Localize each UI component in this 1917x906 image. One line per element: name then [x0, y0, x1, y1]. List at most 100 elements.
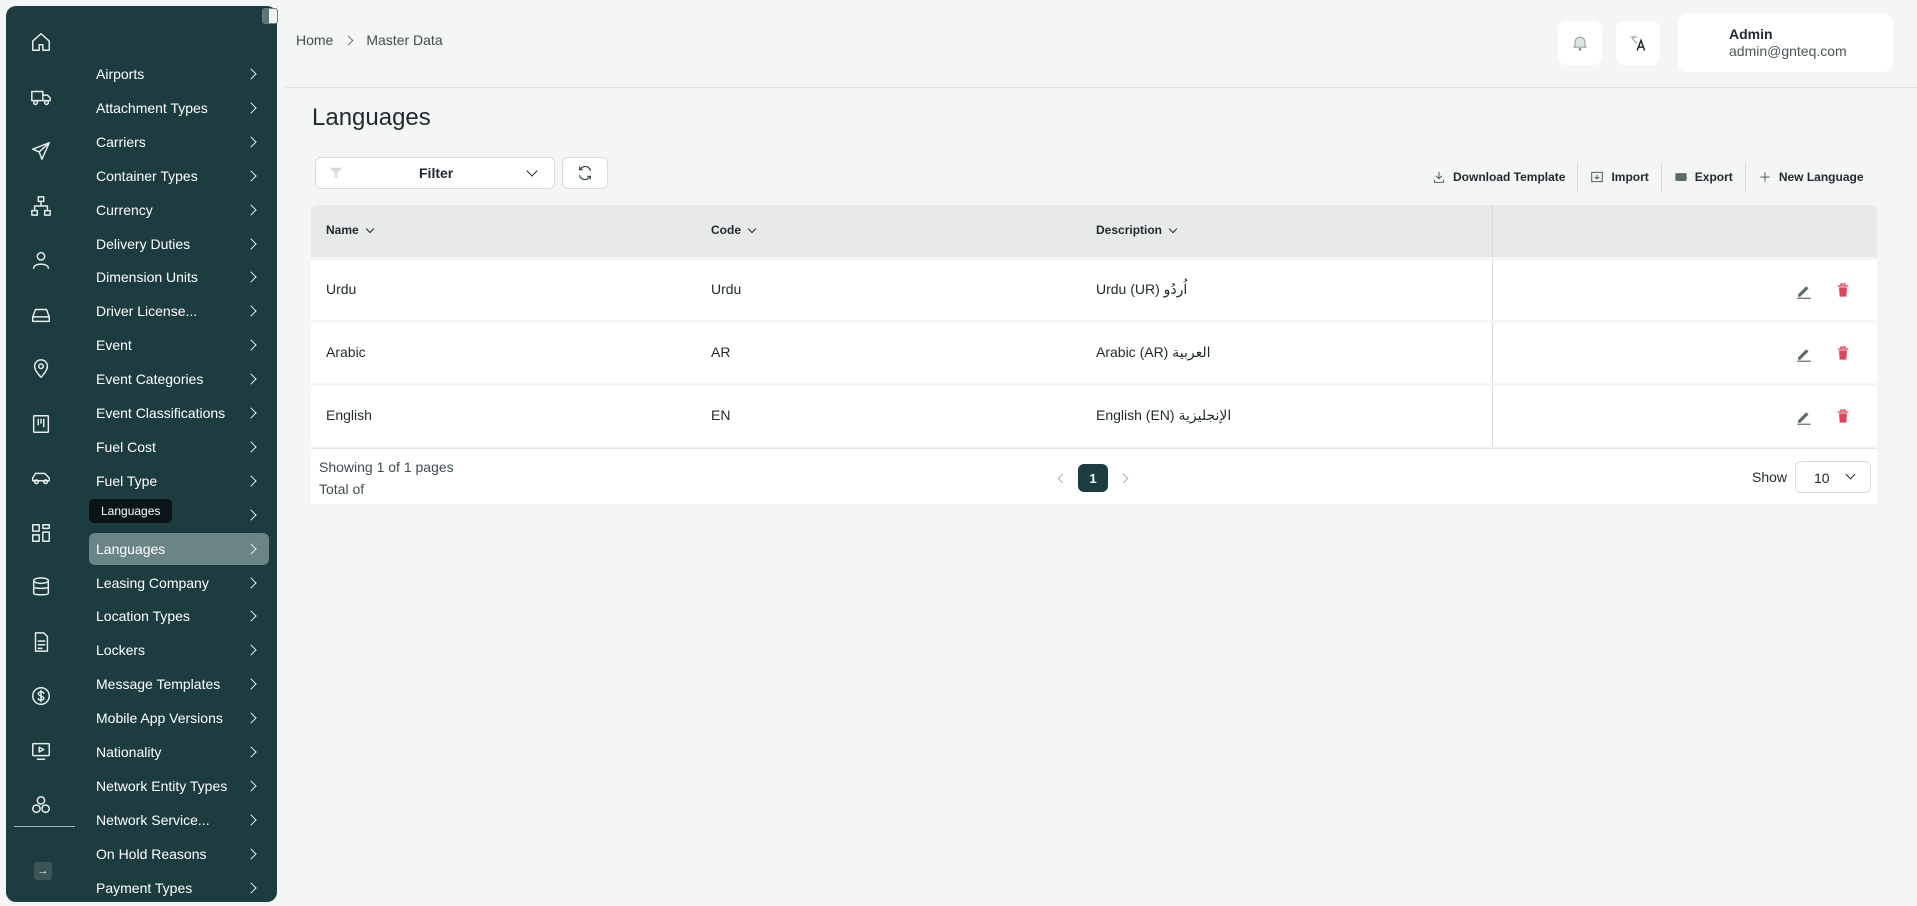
location-icon[interactable]	[26, 354, 56, 384]
delete-icon[interactable]	[1835, 407, 1851, 425]
car-icon[interactable]	[26, 463, 56, 493]
logout-icon[interactable]: →	[34, 862, 52, 880]
delete-icon[interactable]	[1835, 344, 1851, 362]
chevron-right-icon	[245, 237, 257, 250]
monitor-icon[interactable]	[26, 736, 56, 766]
board-icon[interactable]	[26, 409, 56, 439]
edit-icon[interactable]	[1795, 281, 1813, 299]
refresh-button[interactable]	[562, 157, 608, 189]
filter-dropdown[interactable]: Filter	[315, 157, 555, 189]
sidebar-item-label: Leasing Company	[96, 574, 209, 591]
sidebar-item-label: Location Types	[96, 608, 190, 625]
sidebar-item-label: Driver License...	[96, 303, 198, 320]
sidebar-item[interactable]: Currency	[89, 194, 269, 226]
table-row[interactable]: English EN English (EN) الإنجليزية	[311, 386, 1877, 446]
sidebar-item[interactable]: Nationality	[89, 736, 269, 768]
column-divider	[1492, 323, 1493, 383]
page-size-select[interactable]: 10	[1795, 461, 1871, 493]
sidebar-item[interactable]: Container Types	[89, 160, 269, 192]
refresh-icon	[579, 165, 591, 181]
language-button[interactable]	[1616, 21, 1660, 65]
dollar-icon[interactable]	[26, 681, 56, 711]
export-button[interactable]: Export	[1662, 166, 1745, 188]
database-icon[interactable]	[26, 572, 56, 602]
edit-icon[interactable]	[1795, 407, 1813, 425]
chevron-right-icon	[245, 746, 257, 758]
sidebar-item[interactable]: Attachment Types	[89, 92, 269, 124]
hierarchy-icon[interactable]	[26, 191, 56, 221]
table-row[interactable]: Arabic AR Arabic (AR) العربية	[311, 323, 1877, 383]
chevron-right-icon	[245, 373, 257, 385]
delete-icon[interactable]	[1835, 281, 1851, 299]
sidebar-item[interactable]: Event Categories	[89, 363, 269, 395]
breadcrumb-home[interactable]: Home	[296, 32, 333, 48]
network-icon[interactable]	[26, 790, 56, 820]
column-header-description[interactable]: Description	[1096, 223, 1178, 237]
column-name-label: Name	[326, 223, 359, 237]
sidebar-item-label: Carriers	[96, 133, 146, 150]
document-icon[interactable]	[26, 627, 56, 657]
chevron-right-icon	[245, 509, 257, 521]
user-icon[interactable]	[26, 245, 56, 275]
chevron-right-icon[interactable]	[1118, 473, 1129, 483]
column-header-code[interactable]: Code	[711, 223, 757, 237]
sidebar-item[interactable]: Event Classifications	[89, 397, 269, 429]
breadcrumb-master-data[interactable]: Master Data	[366, 32, 442, 48]
sidebar-item[interactable]: Carriers	[89, 126, 269, 158]
sidebar-item-label: Currency	[96, 201, 153, 218]
chevron-left-icon[interactable]	[1057, 473, 1068, 483]
sidebar-item[interactable]: On Hold Reasons	[89, 838, 269, 870]
sidebar-item[interactable]: Fuel Type	[89, 465, 269, 497]
sidebar-item[interactable]: Mobile App Versions	[89, 702, 269, 734]
tooltip: Languages	[89, 499, 173, 523]
sidebar-item-label: Airports	[96, 66, 145, 82]
sidebar-collapse-icon[interactable]	[262, 8, 278, 24]
sidebar-item-label: Languages	[96, 540, 166, 557]
chevron-right-icon	[245, 644, 257, 656]
truck-icon[interactable]	[26, 82, 56, 112]
page-number-button[interactable]: 1	[1078, 464, 1108, 492]
sidebar-item[interactable]: Message Templates	[89, 668, 269, 700]
sidebar-item[interactable]: Driver License...	[89, 295, 269, 327]
total-summary: Total of	[319, 481, 365, 497]
sidebar-item[interactable]: Payment Types	[89, 872, 269, 902]
cell-code: AR	[711, 344, 731, 360]
plus-icon	[1760, 172, 1770, 182]
sidebar-item[interactable]: Languages	[89, 532, 269, 565]
new-language-button[interactable]: New Language	[1746, 166, 1876, 188]
sidebar-item[interactable]: Delivery Duties	[89, 228, 269, 260]
sidebar-item[interactable]: Dimension Units	[89, 261, 269, 293]
download-template-label: Download Template	[1453, 170, 1566, 184]
sidebar-item[interactable]: Fuel Cost	[89, 431, 269, 463]
chevron-down-icon	[1845, 469, 1856, 480]
chevron-right-icon	[245, 102, 257, 114]
chevron-right-icon	[245, 136, 257, 148]
download-template-button[interactable]: Download Template	[1420, 166, 1577, 188]
breadcrumb: Home Master Data	[296, 32, 443, 48]
sidebar-item[interactable]: Leasing Company	[89, 567, 269, 599]
column-description-label: Description	[1096, 223, 1163, 237]
sidebar-item[interactable]: Event	[89, 329, 269, 361]
chevron-right-icon	[245, 542, 257, 555]
plane-icon[interactable]	[26, 136, 56, 166]
sidebar-item[interactable]: Network Entity Types	[89, 770, 269, 802]
translate-icon	[1630, 35, 1646, 51]
sidebar-item[interactable]: Airports	[89, 58, 269, 90]
sidebar-item[interactable]: Network Service...	[89, 804, 269, 836]
user-profile[interactable]: Admin admin@gnteq.com	[1678, 13, 1893, 72]
chevron-down-icon	[526, 165, 538, 177]
notification-button[interactable]	[1558, 21, 1602, 65]
edit-icon[interactable]	[1795, 344, 1813, 362]
chevron-right-icon	[245, 441, 257, 453]
user-email: admin@gnteq.com	[1729, 43, 1847, 59]
table-row[interactable]: Urdu Urdu Urdu (UR) اُردُو	[311, 260, 1877, 320]
user-name: Admin	[1729, 26, 1773, 42]
column-header-name[interactable]: Name	[326, 223, 374, 237]
sidebar-item[interactable]: Lockers	[89, 634, 269, 666]
column-divider	[1492, 205, 1493, 257]
import-button[interactable]: Import	[1578, 166, 1660, 188]
sidebar-item[interactable]: Location Types	[89, 600, 269, 632]
home-icon[interactable]	[26, 27, 56, 57]
storage-icon[interactable]	[26, 300, 56, 330]
apps-icon[interactable]	[26, 518, 56, 548]
